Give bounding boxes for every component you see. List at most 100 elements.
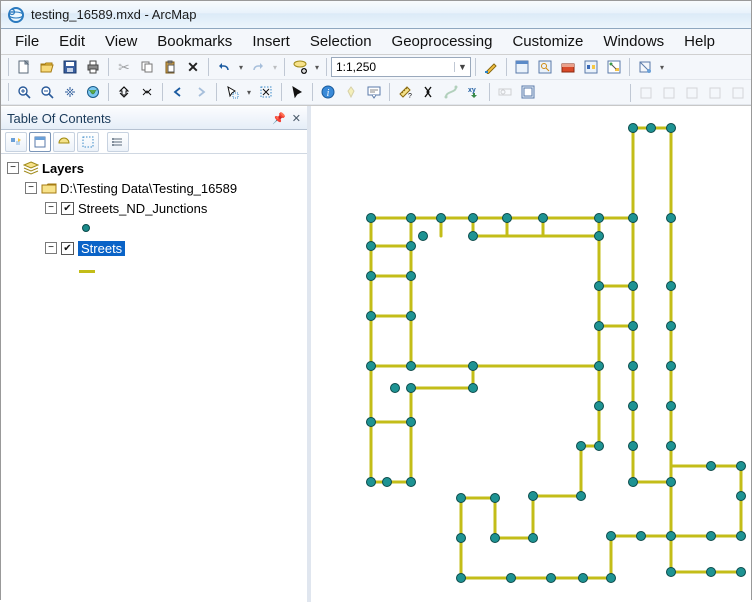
- zoom-in-icon[interactable]: [13, 81, 35, 103]
- select-features-dropdown[interactable]: ▾: [244, 88, 254, 97]
- na-btn2-icon[interactable]: [658, 82, 680, 104]
- toolbars: ✂ ✕ ▾ ▾ ▾ 1:1,250 ▼ ▾: [1, 55, 751, 106]
- find-icon[interactable]: [417, 81, 439, 103]
- forward-extent-icon[interactable]: [190, 81, 212, 103]
- find-route-icon[interactable]: [440, 81, 462, 103]
- toc-options-icon[interactable]: [107, 132, 129, 152]
- separator: [108, 58, 109, 76]
- collapse-icon[interactable]: −: [25, 182, 37, 194]
- menu-help[interactable]: Help: [674, 30, 725, 53]
- zoom-out-icon[interactable]: [36, 81, 58, 103]
- separator: [312, 83, 313, 101]
- na-btn4-icon[interactable]: [704, 82, 726, 104]
- undo-icon[interactable]: [213, 56, 235, 78]
- modelbuilder-icon[interactable]: [603, 56, 625, 78]
- separator: [489, 83, 490, 101]
- autohide-icon[interactable]: 📌: [272, 112, 286, 125]
- separator: [506, 58, 507, 76]
- map-scale-combo[interactable]: 1:1,250 ▼: [331, 57, 471, 77]
- toc-layer-junctions[interactable]: − Streets_ND_Junctions: [5, 198, 307, 218]
- pan-icon[interactable]: [59, 81, 81, 103]
- menu-view[interactable]: View: [95, 30, 147, 53]
- toc-symbol-junctions[interactable]: [5, 218, 307, 238]
- layer-visibility-checkbox[interactable]: [61, 202, 74, 215]
- undo-dropdown[interactable]: ▾: [236, 63, 246, 72]
- select-elements-icon[interactable]: [286, 81, 308, 103]
- menu-bookmarks[interactable]: Bookmarks: [147, 30, 242, 53]
- open-icon[interactable]: [36, 56, 58, 78]
- editor-toolbar-icon[interactable]: [480, 56, 502, 78]
- toc-tab-drawing-order[interactable]: [5, 132, 27, 152]
- add-data-dropdown[interactable]: ▾: [312, 63, 322, 72]
- goto-xy-icon[interactable]: xy: [463, 81, 485, 103]
- redo-dropdown[interactable]: ▾: [270, 63, 280, 72]
- toc-root-label: Layers: [42, 161, 84, 176]
- toc-dataset[interactable]: − D:\Testing Data\Testing_16589: [5, 178, 307, 198]
- copy-icon[interactable]: [136, 56, 158, 78]
- grip: [630, 84, 631, 102]
- menu-insert[interactable]: Insert: [242, 30, 300, 53]
- toc-tab-visibility[interactable]: [53, 132, 75, 152]
- select-features-icon[interactable]: [221, 81, 243, 103]
- cut-icon[interactable]: ✂: [113, 56, 135, 78]
- collapse-icon[interactable]: −: [45, 242, 57, 254]
- layer-junctions-label: Streets_ND_Junctions: [78, 201, 207, 216]
- menu-customize[interactable]: Customize: [502, 30, 593, 53]
- svg-text:?: ?: [408, 93, 412, 99]
- menu-file[interactable]: File: [5, 30, 49, 53]
- clear-selection-icon[interactable]: [255, 81, 277, 103]
- fixed-zoom-out-icon[interactable]: [136, 81, 158, 103]
- identify-icon[interactable]: i: [317, 81, 339, 103]
- delete-icon[interactable]: ✕: [182, 56, 204, 78]
- hyperlink-icon[interactable]: [340, 81, 362, 103]
- menu-edit[interactable]: Edit: [49, 30, 95, 53]
- full-extent-icon[interactable]: [82, 81, 104, 103]
- na-btn5-icon[interactable]: [727, 82, 749, 104]
- toc-panel: Table Of Contents 📌 ✕ − Layers − D:\: [1, 106, 311, 602]
- toc-title: Table Of Contents: [7, 111, 111, 126]
- new-doc-icon[interactable]: [13, 56, 35, 78]
- grip: [8, 83, 9, 101]
- toc-tab-selection[interactable]: [77, 132, 99, 152]
- search-window-icon[interactable]: [534, 56, 556, 78]
- separator: [281, 83, 282, 101]
- window-titlebar: testing_16589.mxd - ArcMap: [1, 1, 751, 29]
- save-icon[interactable]: [59, 56, 81, 78]
- paste-icon[interactable]: [159, 56, 181, 78]
- menu-windows[interactable]: Windows: [593, 30, 674, 53]
- menu-geoprocessing[interactable]: Geoprocessing: [382, 30, 503, 53]
- html-popup-icon[interactable]: [363, 81, 385, 103]
- separator: [216, 83, 217, 101]
- toc-symbol-streets[interactable]: [5, 258, 307, 278]
- map-canvas[interactable]: [311, 106, 751, 602]
- standard-toolbar: ✂ ✕ ▾ ▾ ▾ 1:1,250 ▼ ▾: [1, 55, 751, 80]
- python-window-icon[interactable]: [580, 56, 602, 78]
- na-proj-dropdown[interactable]: ▾: [657, 63, 667, 72]
- back-extent-icon[interactable]: [167, 81, 189, 103]
- svg-text:i: i: [327, 88, 330, 99]
- layer-visibility-checkbox[interactable]: [61, 242, 74, 255]
- toc-tab-source[interactable]: [29, 132, 51, 152]
- layers-icon: [23, 161, 39, 175]
- na-btn3-icon[interactable]: [681, 82, 703, 104]
- menu-selection[interactable]: Selection: [300, 30, 382, 53]
- na-btn1-icon[interactable]: [635, 82, 657, 104]
- arctoolbox-icon[interactable]: [557, 56, 579, 78]
- toc-layer-streets[interactable]: − Streets: [5, 238, 307, 258]
- na-proj-icon[interactable]: [634, 56, 656, 78]
- redo-icon[interactable]: [247, 56, 269, 78]
- catalog-icon[interactable]: [511, 56, 533, 78]
- collapse-icon[interactable]: −: [45, 202, 57, 214]
- close-icon[interactable]: ✕: [292, 112, 301, 125]
- time-slider-icon[interactable]: [494, 81, 516, 103]
- toc-tab-strip: [1, 130, 307, 154]
- chevron-down-icon[interactable]: ▼: [454, 62, 470, 72]
- measure-icon[interactable]: ?: [394, 81, 416, 103]
- create-viewer-icon[interactable]: [517, 81, 539, 103]
- collapse-icon[interactable]: −: [7, 162, 19, 174]
- fixed-zoom-in-icon[interactable]: [113, 81, 135, 103]
- toc-root-layers[interactable]: − Layers: [5, 158, 307, 178]
- print-icon[interactable]: [82, 56, 104, 78]
- toc-header[interactable]: Table Of Contents 📌 ✕: [1, 106, 307, 130]
- add-data-icon[interactable]: [289, 56, 311, 78]
